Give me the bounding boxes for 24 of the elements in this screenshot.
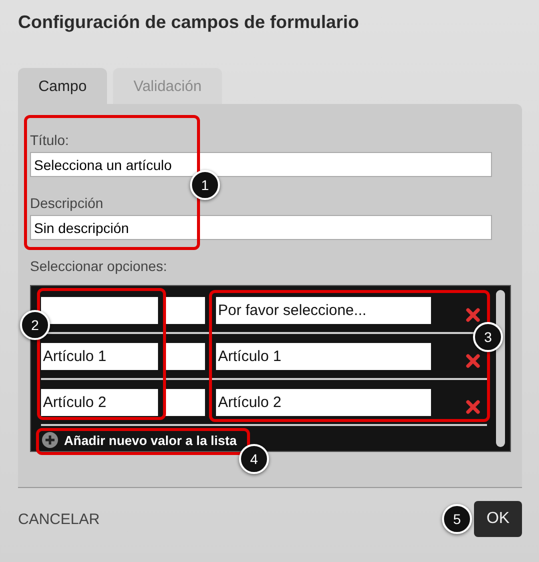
- value-field[interactable]: Artículo 1: [41, 342, 158, 370]
- delete-icon[interactable]: [465, 399, 481, 415]
- value-field[interactable]: [41, 296, 158, 324]
- input-field[interactable]: Selecciona un artículo: [30, 152, 492, 177]
- delete-icon[interactable]: [465, 307, 481, 323]
- delete-icon[interactable]: [465, 353, 481, 369]
- input-field[interactable]: Sin descripción: [30, 215, 492, 240]
- label-field[interactable]: Artículo 2: [216, 388, 431, 416]
- dialog-title: Configuración de campos de formulario: [18, 11, 360, 34]
- cancel-button[interactable]: CANCELAR: [18, 510, 100, 528]
- field-label: Título:: [30, 132, 69, 149]
- input-field[interactable]: [163, 342, 205, 370]
- add-icon: [42, 432, 58, 448]
- label-field[interactable]: Por favor seleccione...: [216, 296, 431, 324]
- input-field[interactable]: [163, 296, 205, 324]
- scrollbar[interactable]: [496, 290, 505, 447]
- tab[interactable]: Campo: [18, 68, 107, 104]
- label-field[interactable]: Artículo 1: [216, 342, 431, 370]
- add-value-button[interactable]: Añadir nuevo valor a la lista: [42, 432, 237, 448]
- ok-button[interactable]: OK: [474, 501, 522, 537]
- field-label: Descripción: [30, 195, 104, 212]
- input-field[interactable]: [163, 388, 205, 416]
- value-field[interactable]: Artículo 2: [41, 388, 158, 416]
- options-label: Seleccionar opciones:: [30, 258, 167, 275]
